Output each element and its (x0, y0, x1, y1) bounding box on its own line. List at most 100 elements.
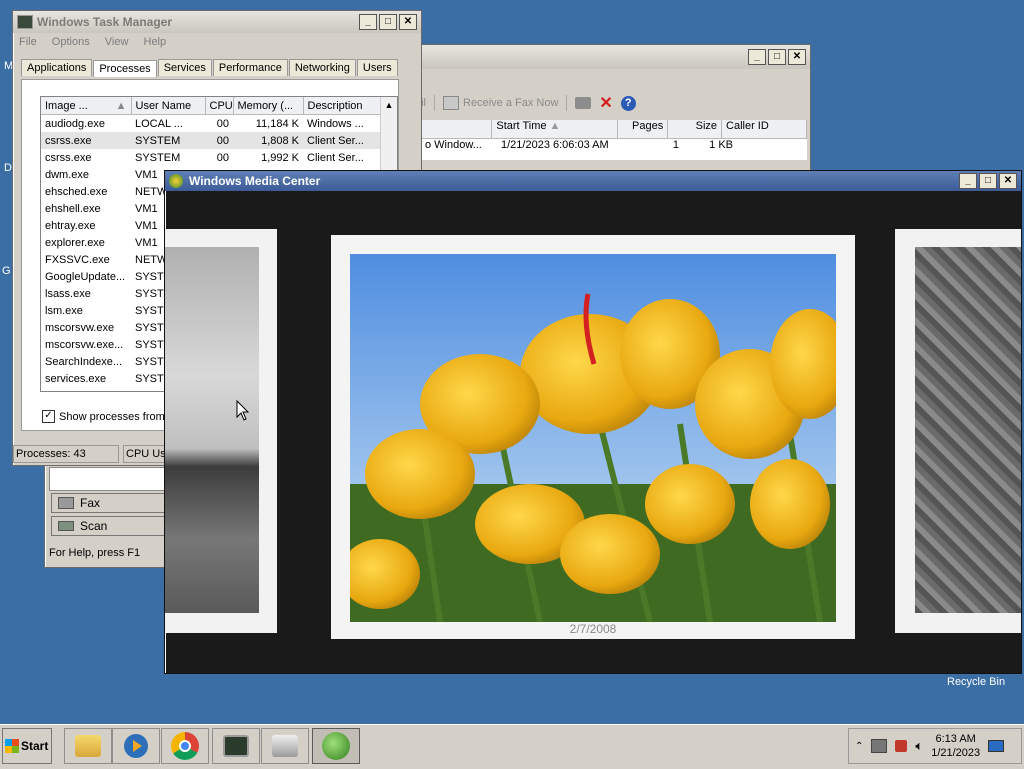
fax-col-start-time[interactable]: Start Time ▲ (492, 120, 619, 139)
tab-services[interactable]: Services (157, 59, 212, 76)
process-row[interactable]: audiodg.exe LOCAL ... 00 11,184 K Windows ..… (41, 115, 381, 133)
col-description[interactable]: Description (303, 97, 382, 115)
process-image-name: services.exe (45, 372, 107, 385)
tab-networking[interactable]: Networking (288, 59, 356, 76)
checkbox-icon: ✓ (42, 410, 55, 423)
fax-col-name[interactable] (421, 120, 493, 139)
clock-date: 1/21/2023 (931, 747, 981, 759)
tab-applications[interactable]: Applications (21, 59, 93, 76)
desktop-label-d: D (4, 162, 12, 174)
photo-next (915, 247, 1021, 613)
volume-icon[interactable]: 🔈︎ (915, 738, 923, 754)
scan-icon (58, 521, 74, 531)
process-description: Client Ser... (307, 151, 364, 164)
fax-white-area (49, 467, 167, 491)
media-center-window[interactable]: Windows Media Center _ □ ✕ 2/7/2008 (164, 170, 1022, 674)
minimize-icon[interactable]: _ (959, 173, 977, 189)
taskbar-chrome[interactable] (161, 728, 209, 764)
photo-frame-current[interactable]: 2/7/2008 (331, 235, 855, 639)
close-icon[interactable]: ✕ (399, 14, 417, 30)
toolbar-separator (566, 95, 568, 111)
process-image-name: lsass.exe (45, 287, 91, 300)
media-center-icon (169, 174, 183, 188)
process-image-name: FXSSVC.exe (45, 253, 110, 266)
fax-col-caller-id[interactable]: Caller ID (722, 120, 808, 139)
menu-view[interactable]: View (105, 36, 129, 48)
maximize-icon[interactable]: □ (768, 49, 786, 65)
photo-frame-next[interactable] (895, 229, 1021, 633)
network-icon[interactable] (871, 739, 888, 753)
tab-performance[interactable]: Performance (212, 59, 288, 76)
action-center-icon[interactable] (895, 740, 908, 752)
process-image-name: explorer.exe (45, 236, 105, 249)
task-manager-icon (223, 735, 249, 757)
fax-scan-icon (272, 735, 298, 757)
taskbar-media-center[interactable] (312, 728, 360, 764)
receive-fax-button[interactable]: Receive a Fax Now (443, 96, 558, 110)
menu-options[interactable]: Options (52, 36, 90, 48)
explorer-icon (75, 735, 101, 757)
process-row[interactable]: csrss.exe SYSTEM 00 1,992 K Client Ser... (41, 149, 381, 166)
process-user-name: SYSTEM (135, 134, 181, 147)
show-hidden-icons-icon[interactable]: ⌃ (855, 741, 863, 752)
taskbar-media-player[interactable] (112, 728, 160, 764)
taskbar-explorer[interactable] (64, 728, 112, 764)
process-image-name: csrss.exe (45, 134, 92, 147)
fax-row-size: 1 KB (709, 139, 733, 151)
show-all-label: Show processes from a (59, 410, 174, 423)
scroll-up-icon[interactable]: ▲ (381, 97, 397, 113)
task-manager-menubar: File Options View Help (13, 33, 421, 55)
tab-processes[interactable]: Processes (93, 60, 157, 77)
photo-frame-previous[interactable] (165, 229, 277, 633)
clock-time: 6:13 AM (935, 733, 976, 745)
process-cpu: 00 (216, 134, 229, 147)
start-button[interactable]: Start (2, 728, 52, 764)
maximize-icon[interactable]: □ (979, 173, 997, 189)
taskbar-task-manager[interactable] (212, 728, 260, 764)
help-icon[interactable]: ? (620, 95, 636, 111)
photo-date: 2/7/2008 (569, 622, 617, 636)
print-icon[interactable] (575, 97, 592, 109)
receive-fax-label: Receive a Fax Now (463, 97, 559, 109)
task-manager-title: Windows Task Manager (37, 15, 173, 29)
col-image-name[interactable]: Image ... ▲ (41, 97, 132, 115)
menu-help[interactable]: Help (144, 36, 167, 48)
toolbar-separator (434, 95, 436, 111)
show-all-processes-checkbox[interactable]: ✓ Show processes from a (42, 410, 174, 423)
process-image-name: dwm.exe (45, 168, 90, 181)
process-image-name: audiodg.exe (45, 117, 105, 130)
close-icon[interactable]: ✕ (999, 173, 1017, 189)
photo-tulips (350, 254, 836, 622)
process-description: Windows ... (307, 117, 364, 130)
receive-fax-icon (443, 96, 460, 110)
fax-col-pages[interactable]: Pages (618, 120, 669, 139)
delete-icon[interactable]: ✕ (599, 93, 612, 113)
minimize-icon[interactable]: _ (359, 14, 377, 30)
fax-nav-scan[interactable]: Scan (51, 516, 165, 536)
fax-nav-fax[interactable]: Fax (51, 493, 165, 513)
process-row[interactable]: csrss.exe SYSTEM 00 1,808 K Client Ser... (41, 132, 381, 149)
fax-nav-label: Fax (80, 496, 101, 510)
menu-file[interactable]: File (19, 36, 37, 48)
fax-row-start-time: 1/21/2023 6:06:03 AM (501, 139, 609, 151)
process-image-name: GoogleUpdate... (45, 270, 126, 283)
media-center-titlebar[interactable]: Windows Media Center _ □ ✕ (165, 171, 1021, 191)
task-manager-icon (17, 15, 33, 29)
maximize-icon[interactable]: □ (379, 14, 397, 30)
col-memory[interactable]: Memory (... (233, 97, 304, 115)
taskbar-fax-scan[interactable] (261, 728, 309, 764)
fax-list[interactable]: Start Time ▲ Pages Size Caller ID o Wind… (421, 120, 808, 160)
minimize-icon[interactable]: _ (748, 49, 766, 65)
close-icon[interactable]: ✕ (788, 49, 806, 65)
tab-users[interactable]: Users (356, 59, 398, 76)
process-user-name: LOCAL ... (135, 117, 183, 130)
task-manager-tabs: Applications Processes Services Performance… (13, 55, 421, 77)
col-cpu[interactable]: CPU (205, 97, 234, 115)
clock[interactable]: 6:13 AM 1/21/2023 (931, 732, 980, 760)
fax-col-size[interactable]: Size (668, 120, 723, 139)
windows-logo-icon (5, 739, 19, 753)
task-manager-titlebar[interactable]: Windows Task Manager _ □ ✕ (13, 11, 421, 33)
show-desktop-icon[interactable] (988, 740, 1005, 752)
recycle-bin-label[interactable]: Recycle Bin (947, 676, 1005, 688)
col-user-name[interactable]: User Name (131, 97, 206, 115)
